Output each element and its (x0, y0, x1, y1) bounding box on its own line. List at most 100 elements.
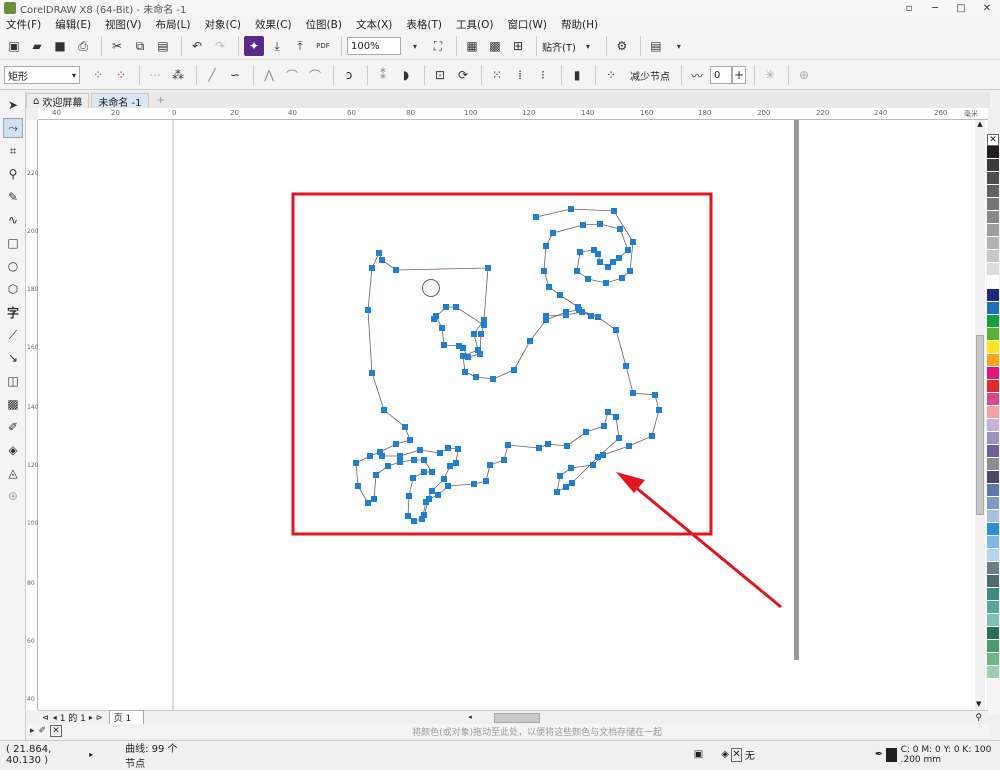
node-handle[interactable] (421, 457, 427, 463)
node-handle[interactable] (411, 518, 417, 524)
scroll-down-icon[interactable]: ▼ (976, 700, 981, 708)
node-handle[interactable] (373, 472, 379, 478)
no-color-swatch[interactable]: ✕ (50, 725, 63, 737)
symmetrical-node-icon[interactable]: ⌒ (305, 65, 325, 85)
reduce-nodes-button[interactable]: 减少节点 (630, 68, 670, 83)
node-handle[interactable] (426, 496, 432, 502)
ellipse-tool-icon[interactable]: ○ (3, 256, 23, 276)
color-swatch[interactable] (987, 419, 999, 432)
node-handle[interactable] (543, 243, 549, 249)
export-pdf-icon[interactable]: PDF (313, 36, 333, 56)
scroll-up-icon[interactable]: ▲ (975, 120, 985, 128)
menu-layout[interactable]: 布局(L) (155, 17, 190, 32)
color-swatch[interactable] (987, 328, 999, 341)
color-swatch[interactable] (987, 575, 999, 588)
node-handle[interactable] (597, 221, 603, 227)
add-tool-icon[interactable]: ⊕ (3, 486, 23, 506)
parallel-dimension-icon[interactable]: ⟋ (3, 325, 23, 345)
color-swatch[interactable] (987, 289, 999, 302)
zoom-level-combo[interactable]: 100% (347, 37, 401, 55)
node-handle[interactable] (649, 433, 655, 439)
import-icon[interactable]: ⤓ (267, 36, 287, 56)
node-handle[interactable] (595, 454, 601, 460)
node-handle[interactable] (445, 483, 451, 489)
node-handle[interactable] (563, 484, 569, 490)
node-handle[interactable] (597, 259, 603, 265)
color-swatch[interactable] (987, 497, 999, 510)
node-handle[interactable] (447, 463, 453, 469)
node-handle[interactable] (580, 222, 586, 228)
chevron-down-icon[interactable]: ▾ (578, 36, 598, 56)
color-swatch[interactable] (987, 406, 999, 419)
open-folder-icon[interactable]: ▰ (27, 36, 47, 56)
cut-icon[interactable]: ✂ (107, 36, 127, 56)
artistic-media-icon[interactable]: ∿ (3, 210, 23, 230)
show-guidelines-icon[interactable]: ⊞ (508, 36, 528, 56)
color-swatch[interactable] (987, 432, 999, 445)
node-handle[interactable] (471, 331, 477, 337)
select-nodes-icon[interactable]: ✳ (760, 65, 780, 85)
rotate-nodes-icon[interactable]: ⟳ (453, 65, 473, 85)
search-content-icon[interactable]: ✦ (244, 36, 264, 56)
color-swatch[interactable] (987, 341, 999, 354)
node-handle[interactable] (564, 443, 570, 449)
node-handle[interactable] (355, 483, 361, 489)
node-handle[interactable] (619, 275, 625, 281)
color-swatch[interactable] (987, 263, 999, 276)
node-handle[interactable] (397, 453, 403, 459)
close-curve-icon[interactable]: ◗ (396, 65, 416, 85)
minimize-button[interactable]: ─ (922, 0, 948, 16)
node-handle[interactable] (611, 208, 617, 214)
extend-curve-icon[interactable]: ⁑ (373, 65, 393, 85)
color-swatch[interactable] (987, 315, 999, 328)
node-handle[interactable] (405, 513, 411, 519)
node-handle[interactable] (478, 331, 484, 337)
rectangle-tool-icon[interactable]: □ (3, 233, 23, 253)
page-tab[interactable]: 页 1 (108, 710, 145, 725)
color-swatch[interactable] (987, 211, 999, 224)
node-handle[interactable] (455, 446, 461, 452)
node-handle[interactable] (431, 316, 437, 322)
node-handle[interactable] (583, 429, 589, 435)
node-handle[interactable] (376, 250, 382, 256)
node-handle[interactable] (490, 376, 496, 382)
color-swatch[interactable] (987, 302, 999, 315)
node-handle[interactable] (445, 445, 451, 451)
first-page-icon[interactable]: ⊲ (42, 713, 49, 722)
menu-bitmaps[interactable]: 位图(B) (306, 17, 342, 32)
chevron-down-icon[interactable]: ▾ (669, 36, 689, 56)
zoom-pan-icon[interactable]: ⚲ (975, 713, 982, 723)
connector-tool-icon[interactable]: ↘ (3, 348, 23, 368)
save-icon[interactable]: ■ (50, 36, 70, 56)
no-fill-swatch[interactable]: ✕ (730, 747, 742, 762)
eye-circle[interactable] (422, 279, 440, 297)
join-nodes-icon[interactable]: ⋯ (145, 65, 165, 85)
outline-color-swatch[interactable] (886, 747, 897, 762)
node-handle[interactable] (379, 453, 385, 459)
node-handle[interactable] (365, 307, 371, 313)
drop-shadow-icon[interactable]: ◫ (3, 371, 23, 391)
show-grid-icon[interactable]: ▩ (485, 36, 505, 56)
node-handle[interactable] (460, 345, 466, 351)
node-handle[interactable] (601, 423, 607, 429)
color-swatch[interactable] (987, 159, 999, 172)
node-handle[interactable] (623, 363, 629, 369)
node-handle[interactable] (630, 239, 636, 245)
menu-text[interactable]: 文本(X) (356, 17, 392, 32)
export-icon[interactable]: ⤒ (290, 36, 310, 56)
node-handle[interactable] (443, 304, 449, 310)
node-handle[interactable] (577, 249, 583, 255)
freehand-tool-icon[interactable]: ✎ (3, 187, 23, 207)
node-handle[interactable] (613, 327, 619, 333)
gear-icon[interactable]: ⚙ (612, 36, 632, 56)
redo-icon[interactable]: ↷ (210, 36, 230, 56)
node-handle[interactable] (369, 370, 375, 376)
last-page-icon[interactable]: ⊳ (96, 713, 103, 722)
node-handle[interactable] (410, 475, 416, 481)
color-swatch[interactable] (987, 601, 999, 614)
menu-tools[interactable]: 工具(O) (456, 17, 493, 32)
color-swatch[interactable] (987, 380, 999, 393)
undo-icon[interactable]: ↶ (187, 36, 207, 56)
node-handle[interactable] (441, 476, 447, 482)
chevron-down-icon[interactable]: ▾ (405, 36, 425, 56)
